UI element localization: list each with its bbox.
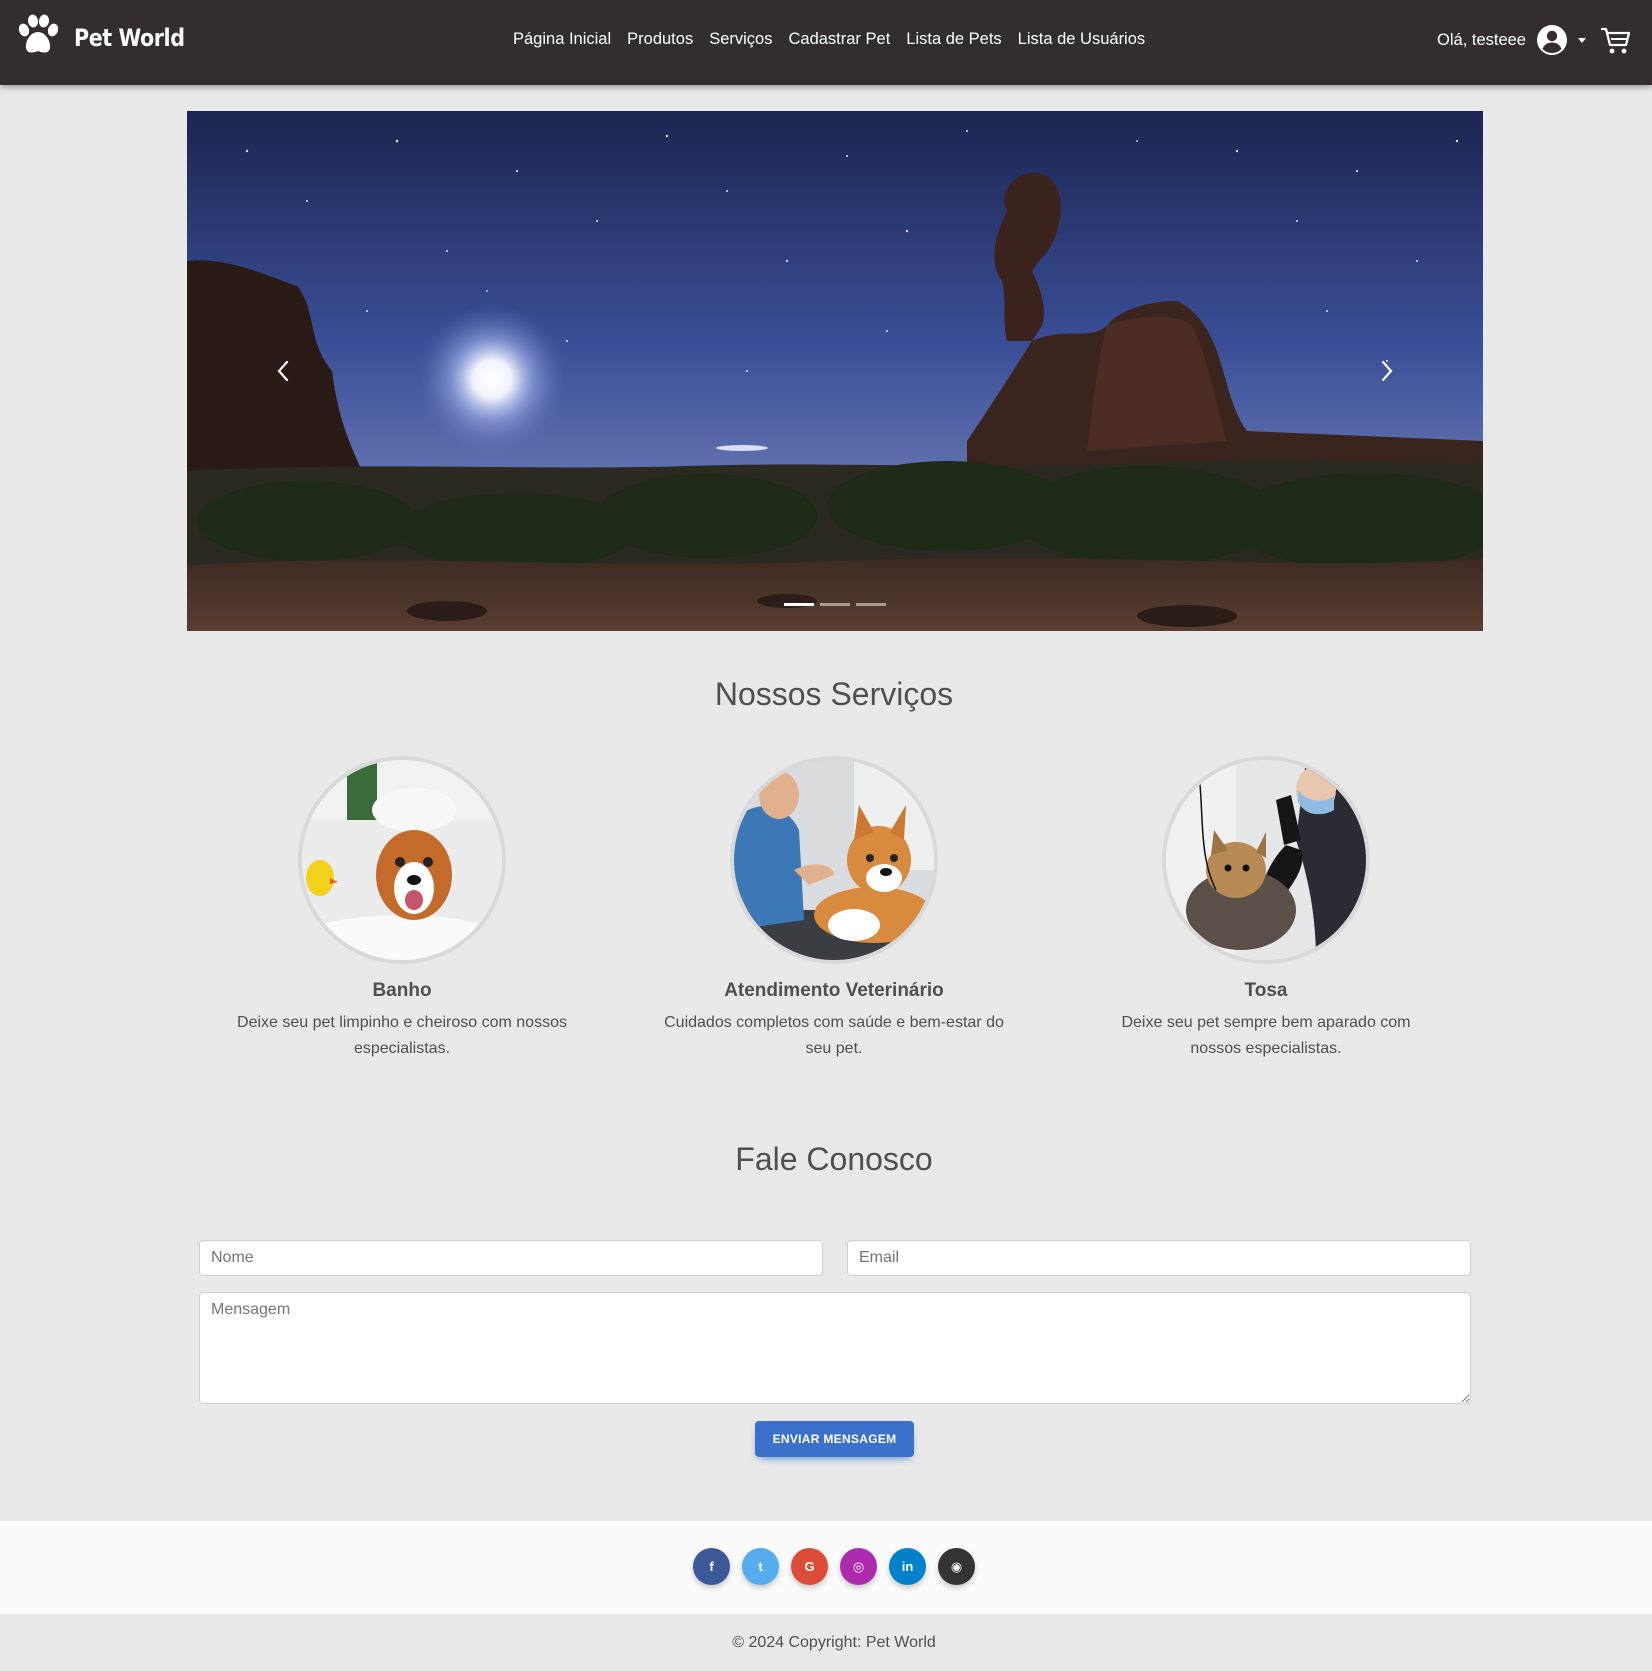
nav-link-user-list[interactable]: Lista de Usuários	[1010, 30, 1153, 49]
github-icon: ◉	[950, 1558, 963, 1574]
carousel-indicator[interactable]	[784, 603, 814, 606]
service-image-grooming	[1166, 760, 1366, 960]
nav-link-services[interactable]: Serviços	[701, 30, 780, 49]
service-card-bath: Banho Deixe seu pet limpinho e cheiroso …	[222, 760, 582, 1062]
user-area: Olá, testeee	[1437, 24, 1632, 56]
facebook-link[interactable]: f	[693, 1548, 730, 1585]
twitter-link[interactable]: t	[742, 1548, 779, 1585]
carousel-indicator[interactable]	[856, 603, 886, 606]
github-link[interactable]: ◉	[938, 1548, 975, 1585]
instagram-link[interactable]: ◎	[840, 1548, 877, 1585]
carousel-prev-button[interactable]	[253, 341, 313, 401]
service-title: Tosa	[1244, 980, 1288, 1001]
email-input[interactable]	[847, 1240, 1471, 1276]
carousel-slide-image	[187, 111, 1483, 631]
shopping-cart-icon[interactable]	[1600, 24, 1632, 56]
brand-logo[interactable]: Pet World	[16, 14, 203, 56]
chevron-right-icon	[1381, 360, 1393, 382]
service-image-bath	[302, 760, 502, 960]
service-title: Atendimento Veterinário	[724, 980, 944, 1001]
service-description: Deixe seu pet limpinho e cheiroso com no…	[237, 1014, 567, 1057]
carousel-next-button[interactable]	[1357, 341, 1417, 401]
service-card-grooming: Tosa Deixe seu pet sempre bem aparado co…	[1086, 760, 1446, 1062]
account-circle-icon	[1537, 25, 1567, 55]
service-card-vet: Atendimento Veterinário Cuidados complet…	[654, 760, 1014, 1062]
social-links: f t G ◎ in ◉	[693, 1548, 975, 1585]
service-description: Deixe seu pet sempre bem aparado com nos…	[1121, 1014, 1411, 1057]
google-link[interactable]: G	[791, 1548, 828, 1585]
carousel-indicator[interactable]	[820, 603, 850, 606]
linkedin-link[interactable]: in	[889, 1548, 926, 1585]
nav-link-home[interactable]: Página Inicial	[505, 30, 619, 49]
message-textarea[interactable]	[199, 1292, 1471, 1404]
nav-link-register-pet[interactable]: Cadastrar Pet	[780, 30, 898, 49]
copyright-text: © 2024 Copyright: Pet World	[732, 1634, 936, 1651]
chevron-down-icon	[1578, 37, 1586, 43]
hero-carousel	[187, 111, 1483, 631]
twitter-icon: t	[758, 1559, 763, 1574]
facebook-icon: f	[709, 1559, 714, 1574]
google-icon: G	[804, 1559, 815, 1574]
service-description: Cuidados completos com saúde e bem-estar…	[664, 1014, 1004, 1057]
service-title: Banho	[372, 980, 432, 1001]
user-greeting: Olá, testeee	[1437, 30, 1526, 49]
nav-link-pet-list[interactable]: Lista de Pets	[898, 30, 1009, 49]
service-image-vet	[734, 760, 934, 960]
linkedin-icon: in	[901, 1559, 914, 1574]
instagram-icon: ◎	[852, 1558, 865, 1574]
nav-link-products[interactable]: Produtos	[619, 30, 701, 49]
social-bar: f t G ◎ in ◉	[0, 1521, 1652, 1614]
name-input[interactable]	[199, 1240, 823, 1276]
contact-title: Fale Conosco	[735, 1141, 933, 1177]
main-nav: Página Inicial Produtos Serviços Cadastr…	[505, 30, 1153, 49]
user-menu-toggle[interactable]	[1536, 24, 1600, 56]
brand-name: Pet World	[74, 24, 185, 52]
services-title: Nossos Serviços	[714, 676, 954, 712]
paw-icon	[18, 14, 59, 53]
carousel-indicators	[187, 603, 1483, 606]
chevron-left-icon	[277, 360, 289, 382]
navbar: Pet World Página Inicial Produtos Serviç…	[0, 0, 1652, 85]
send-message-button[interactable]: ENVIAR MENSAGEM	[755, 1421, 914, 1457]
